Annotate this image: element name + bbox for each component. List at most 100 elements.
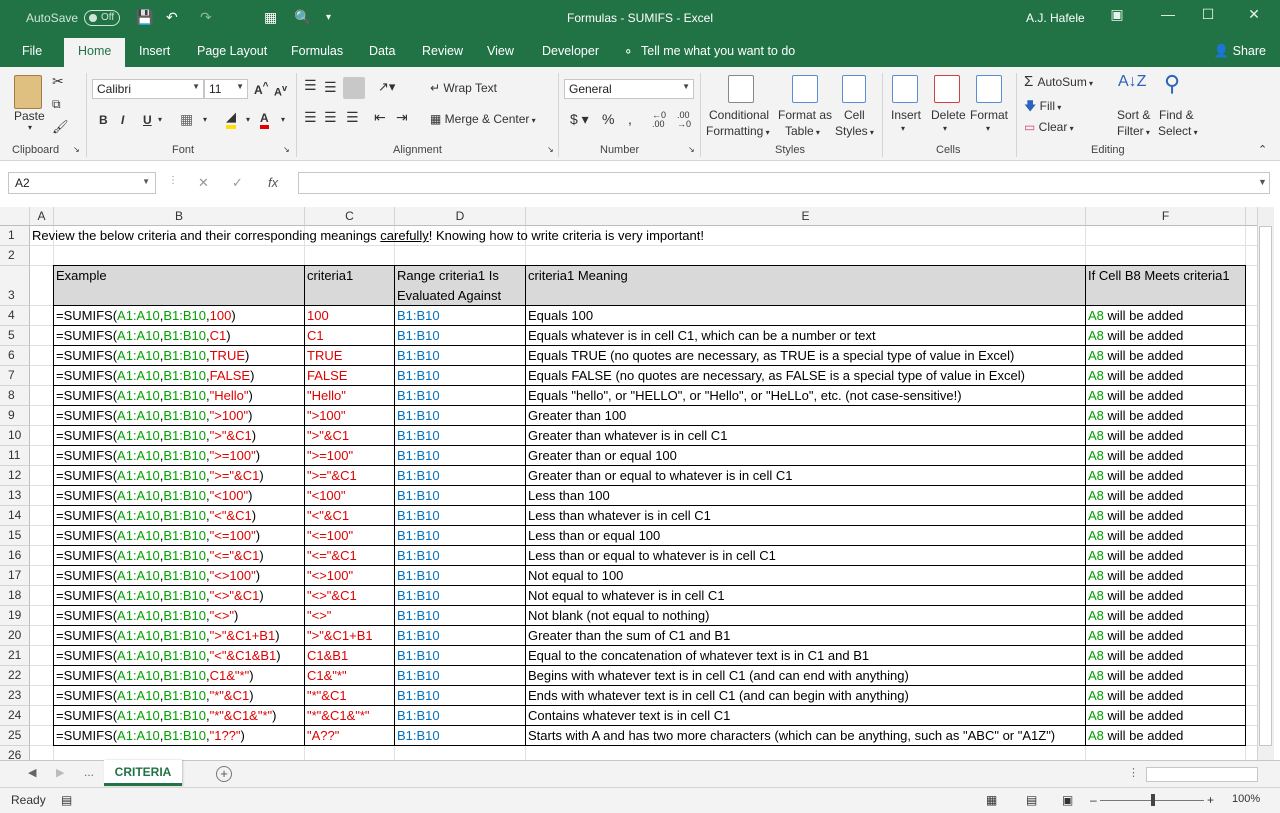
meaning-cell[interactable]: Equals 100 [526,308,1086,323]
underline-dropdown-icon[interactable]: ▾ [158,115,162,124]
result-cell[interactable]: A8 will be added [1086,628,1246,643]
delete-label[interactable]: Delete [931,108,966,122]
criteria-cell[interactable]: ">100" [305,408,395,423]
criteria-cell[interactable]: "<>100" [305,568,395,583]
meaning-cell[interactable]: Greater than or equal 100 [526,448,1086,463]
format-as-table-icon[interactable] [792,75,818,103]
accounting-icon[interactable]: $ ▾ [570,111,589,128]
criteria-cell[interactable]: ">="&C1 [305,468,395,483]
table-row[interactable]: =SUMIFS(A1:A10,B1:B10,"<>") [54,608,305,623]
range-cell[interactable]: B1:B10 [395,488,526,503]
fill-color-icon[interactable]: ◢ [226,109,236,129]
range-cell[interactable]: B1:B10 [395,568,526,583]
row-header-19[interactable]: 19 [0,606,30,626]
styles-label[interactable]: Styles ▾ [835,124,874,138]
range-cell[interactable]: B1:B10 [395,688,526,703]
row-header-26[interactable]: 26 [0,746,30,760]
user-name[interactable]: A.J. Hafele [1026,11,1085,25]
font-color-icon[interactable]: A [260,111,269,129]
row-header-14[interactable]: 14 [0,506,30,526]
table-row[interactable]: =SUMIFS(A1:A10,B1:B10,">=100") [54,448,305,463]
row-header-23[interactable]: 23 [0,686,30,706]
vertical-scroll-thumb[interactable] [1259,226,1272,746]
row-header-18[interactable]: 18 [0,586,30,606]
decrease-indent-icon[interactable]: ⇤ [374,109,386,126]
result-cell[interactable]: A8 will be added [1086,548,1246,563]
expand-formula-icon[interactable]: ▼ [1258,177,1267,187]
worksheet-grid[interactable]: A B C D E F 1 2 3 4 5 6 7 8 9 10 11 12 13 14 15 16 17 18 19 20 21 2… [0,207,1280,760]
fill-button[interactable]: 🡇 Fill ▾ [1024,97,1061,118]
table-row[interactable]: =SUMIFS(A1:A10,B1:B10,"<=100") [54,528,305,543]
criteria-cell[interactable]: "<>"&C1 [305,588,395,603]
result-cell[interactable]: A8 will be added [1086,408,1246,423]
table-row[interactable]: =SUMIFS(A1:A10,B1:B10,"<100") [54,488,305,503]
align-left-icon[interactable]: ☰ [304,109,317,126]
range-cell[interactable]: B1:B10 [395,448,526,463]
result-cell[interactable]: A8 will be added [1086,388,1246,403]
header-meaning[interactable]: criteria1 Meaning [526,268,628,283]
format-as-label[interactable]: Format as [778,108,832,122]
bold-icon[interactable]: B [99,113,108,127]
format-painter-icon[interactable]: 🖌 [52,119,69,135]
close-icon[interactable]: ✕ [1244,6,1264,28]
tab-data[interactable]: Data [369,44,395,58]
range-cell[interactable]: B1:B10 [395,368,526,383]
row-header-17[interactable]: 17 [0,566,30,586]
range-cell[interactable]: B1:B10 [395,408,526,423]
decrease-decimal-icon[interactable]: .00 →0 [677,111,691,129]
page-layout-view-icon[interactable]: ▤ [1026,793,1037,807]
tab-file[interactable]: File [22,44,42,58]
intro-text[interactable]: Review the below criteria and their corr… [30,228,930,243]
collapse-ribbon-icon[interactable]: ⌃ [1258,143,1267,156]
result-cell[interactable]: A8 will be added [1086,608,1246,623]
meaning-cell[interactable]: Not equal to 100 [526,568,1086,583]
row-header-15[interactable]: 15 [0,526,30,546]
table-row[interactable]: =SUMIFS(A1:A10,B1:B10,"<>"&C1) [54,588,305,603]
align-bottom-icon[interactable] [343,77,365,99]
range-cell[interactable]: B1:B10 [395,648,526,663]
format-cells-icon[interactable] [976,75,1002,103]
zoom-slider-handle[interactable] [1151,794,1155,806]
result-cell[interactable]: A8 will be added [1086,688,1246,703]
select-all-corner[interactable] [0,207,30,226]
meaning-cell[interactable]: Greater than the sum of C1 and B1 [526,628,1086,643]
criteria-cell[interactable]: "*"&C1 [305,688,395,703]
row-header-6[interactable]: 6 [0,346,30,366]
align-right-icon[interactable]: ☰ [346,109,359,126]
result-cell[interactable]: A8 will be added [1086,588,1246,603]
criteria-cell[interactable]: ">"&C1+B1 [305,628,395,643]
range-cell[interactable]: B1:B10 [395,708,526,723]
conditional-formatting-icon[interactable] [728,75,754,103]
range-cell[interactable]: B1:B10 [395,588,526,603]
table-row[interactable]: =SUMIFS(A1:A10,B1:B10,FALSE) [54,368,305,383]
column-header-c[interactable]: C [305,207,395,226]
font-size-select[interactable]: 11 ▼ [204,79,248,99]
ribbon-display-icon[interactable]: ▣ [1107,6,1127,28]
enter-icon[interactable]: ✓ [232,175,243,191]
range-cell[interactable]: B1:B10 [395,428,526,443]
delete-cells-icon[interactable] [934,75,960,103]
range-cell[interactable]: B1:B10 [395,348,526,363]
cell-label[interactable]: Cell [844,108,865,122]
column-header-d[interactable]: D [395,207,526,226]
paste-dropdown-icon[interactable]: ▾ [28,123,32,132]
sheet-tab-criteria[interactable]: CRITERIA [104,760,182,786]
row-header-3[interactable]: 3 [0,266,30,306]
result-cell[interactable]: A8 will be added [1086,728,1246,743]
table-row[interactable]: =SUMIFS(A1:A10,B1:B10,">"&C1) [54,428,305,443]
range-cell[interactable]: B1:B10 [395,388,526,403]
result-cell[interactable]: A8 will be added [1086,508,1246,523]
increase-decimal-icon[interactable]: ←0.00 [652,111,666,129]
cancel-icon[interactable]: ✕ [198,175,209,191]
result-cell[interactable]: A8 will be added [1086,708,1246,723]
row-header-24[interactable]: 24 [0,706,30,726]
range-cell[interactable]: B1:B10 [395,308,526,323]
range-cell[interactable]: B1:B10 [395,328,526,343]
number-format-select[interactable]: General ▼ [564,79,694,99]
chevron-down-icon[interactable]: ▾ [943,124,947,133]
row-header-1[interactable]: 1 [0,226,30,246]
header-range-line1[interactable]: Range criteria1 Is [395,268,499,283]
header-example[interactable]: Example [54,268,107,283]
formula-input[interactable] [298,172,1270,194]
chevron-down-icon[interactable]: ▾ [901,124,905,133]
